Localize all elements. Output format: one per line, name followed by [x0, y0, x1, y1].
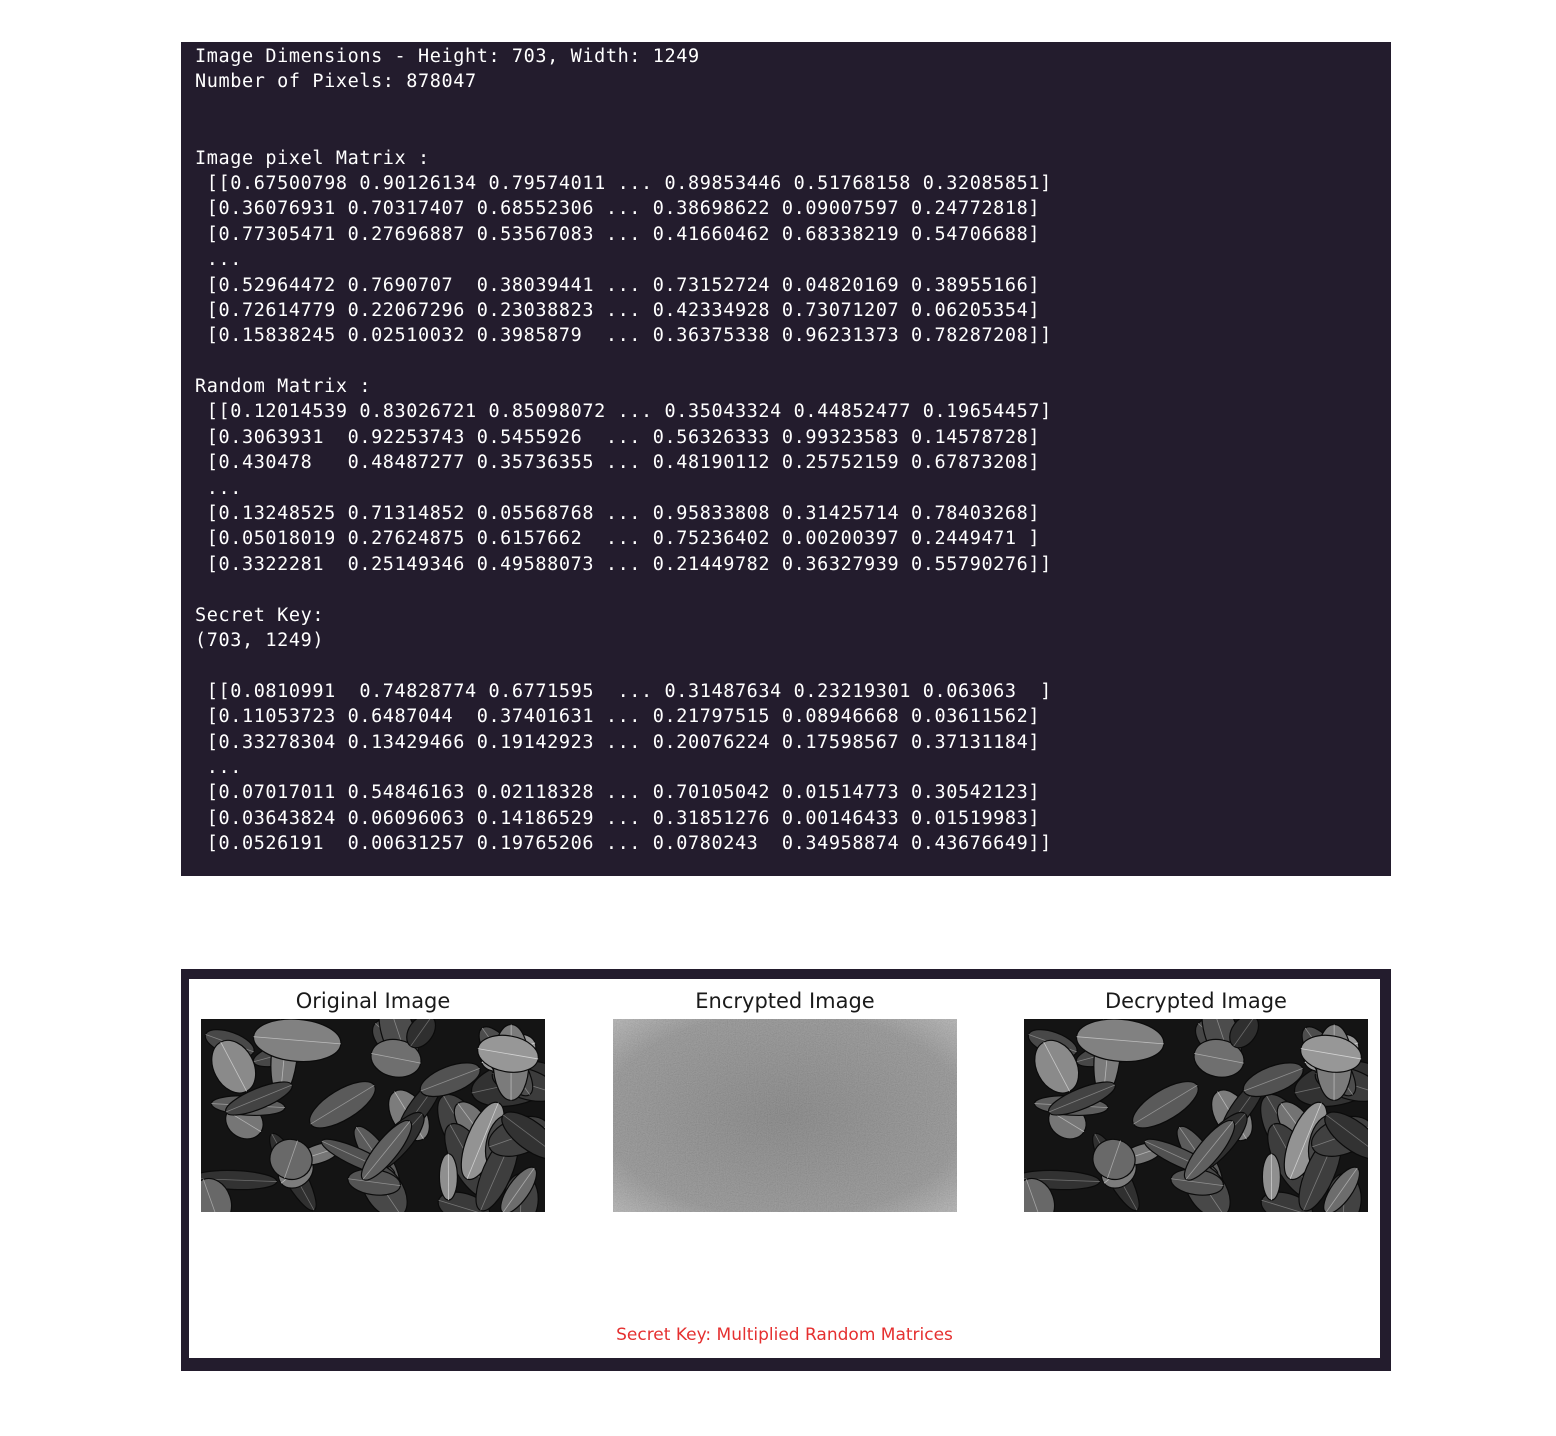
decrypted-image	[1024, 1019, 1368, 1212]
terminal-line: [[0.12014539 0.83026721 0.85098072 ... 0…	[195, 401, 1052, 423]
terminal-line: [0.36076931 0.70317407 0.68552306 ... 0.…	[195, 198, 1041, 220]
terminal-line: [[0.67500798 0.90126134 0.79574011 ... 0…	[195, 172, 1052, 194]
terminal-line: [0.77305471 0.27696887 0.53567083 ... 0.…	[195, 223, 1041, 245]
panel-original: Original Image	[201, 989, 545, 1212]
terminal-line: Number of Pixels: 878047	[195, 71, 477, 93]
terminal-line: ...	[195, 756, 242, 778]
terminal-line: Image Dimensions - Height: 703, Width: 1…	[195, 46, 700, 67]
terminal-line: Image pixel Matrix :	[195, 147, 430, 169]
terminal-line: [0.3063931 0.92253743 0.5455926 ... 0.56…	[195, 426, 1041, 448]
terminal-line: ...	[195, 477, 242, 499]
terminal-line: [[0.0810991 0.74828774 0.6771595 ... 0.3…	[195, 680, 1052, 702]
figure-window: Original Image Encrypted Image Decrypted…	[181, 969, 1391, 1371]
figure-caption: Secret Key: Multiplied Random Matrices	[616, 1325, 953, 1345]
original-image	[201, 1019, 545, 1212]
figure-canvas: Original Image Encrypted Image Decrypted…	[189, 979, 1380, 1358]
panel-title-original: Original Image	[295, 989, 451, 1013]
terminal-line: [0.03643824 0.06096063 0.14186529 ... 0.…	[195, 807, 1041, 829]
terminal-line: [0.3322281 0.25149346 0.49588073 ... 0.2…	[195, 553, 1052, 575]
panel-encrypted: Encrypted Image	[613, 989, 957, 1212]
panel-title-decrypted: Decrypted Image	[1105, 989, 1287, 1013]
encrypted-image	[613, 1019, 957, 1212]
terminal-line: [0.33278304 0.13429466 0.19142923 ... 0.…	[195, 731, 1041, 753]
terminal-line: [0.05018019 0.27624875 0.6157662 ... 0.7…	[195, 528, 1041, 550]
panel-title-encrypted: Encrypted Image	[695, 989, 875, 1013]
terminal-line: ...	[195, 249, 242, 271]
panel-decrypted: Decrypted Image	[1024, 989, 1368, 1212]
terminal-line: (703, 1249)	[195, 629, 325, 651]
terminal-line: [0.13248525 0.71314852 0.05568768 ... 0.…	[195, 503, 1041, 525]
terminal-line: [0.0526191 0.00631257 0.19765206 ... 0.0…	[195, 833, 1052, 855]
terminal-line: [0.72614779 0.22067296 0.23038823 ... 0.…	[195, 299, 1041, 321]
terminal-line: [0.11053723 0.6487044 0.37401631 ... 0.2…	[195, 706, 1041, 728]
terminal-line: [0.07017011 0.54846163 0.02118328 ... 0.…	[195, 782, 1041, 804]
terminal-line: [0.430478 0.48487277 0.35736355 ... 0.48…	[195, 452, 1041, 474]
terminal-line: Secret Key:	[195, 604, 325, 626]
terminal-line: [0.52964472 0.7690707 0.38039441 ... 0.7…	[195, 274, 1041, 296]
terminal-output: Image Dimensions - Height: 703, Width: 1…	[181, 42, 1391, 876]
terminal-line: [0.15838245 0.02510032 0.3985879 ... 0.3…	[195, 325, 1052, 347]
terminal-line: Random Matrix :	[195, 376, 372, 398]
